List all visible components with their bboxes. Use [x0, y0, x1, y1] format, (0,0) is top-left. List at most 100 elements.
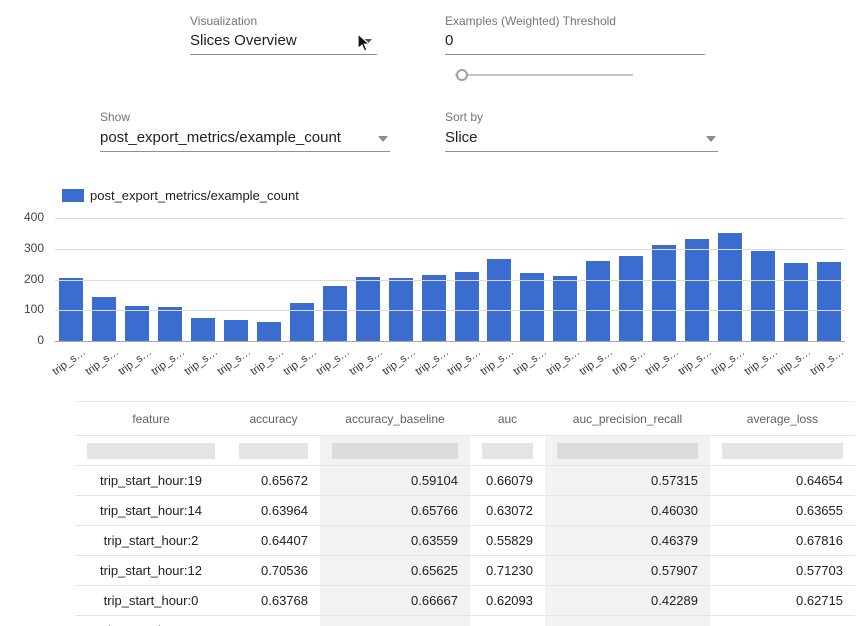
bar[interactable] — [553, 276, 577, 341]
column-header[interactable]: average_loss — [710, 402, 855, 436]
metric-cell: 0.65672 — [227, 466, 320, 496]
bar[interactable] — [487, 259, 511, 341]
metric-cell: 0.58337 — [470, 616, 545, 626]
bar[interactable] — [191, 318, 215, 341]
metric-cell: 0.59104 — [320, 466, 470, 496]
gridline — [55, 218, 845, 219]
column-header[interactable]: accuracy_baseline — [320, 402, 470, 436]
filter-cell — [710, 436, 855, 466]
gridline — [55, 249, 845, 250]
sort-by-dropdown[interactable]: Slice — [445, 128, 718, 152]
gridline — [55, 310, 845, 311]
table-row[interactable]: trip_start_hour:20.644070.635590.558290.… — [75, 526, 855, 556]
table-row[interactable]: trip_start_hour:120.705360.656250.712300… — [75, 556, 855, 586]
bar[interactable] — [257, 322, 281, 341]
visualization-value: Slices Overview — [190, 32, 297, 49]
metric-cell: 0.46030 — [545, 496, 710, 526]
show-metric-dropdown[interactable]: post_export_metrics/example_count — [100, 128, 390, 152]
metric-cell: 0.57315 — [545, 466, 710, 496]
y-axis-tick-label: 200 — [0, 272, 44, 286]
threshold-slider-track[interactable] — [455, 74, 633, 76]
column-header[interactable]: auc — [470, 402, 545, 436]
metric-cell: 0.71230 — [470, 556, 545, 586]
column-header[interactable]: auc_precision_recall — [545, 402, 710, 436]
threshold-input[interactable]: 0 — [445, 31, 705, 55]
slices-bar-chart: post_export_metrics/example_count 0 100 20… — [0, 183, 863, 401]
bar[interactable] — [652, 245, 676, 341]
metric-cell: 0.62715 — [710, 586, 855, 616]
bar[interactable] — [323, 286, 347, 341]
filter-cell — [75, 436, 227, 466]
bar[interactable] — [784, 263, 808, 341]
feature-cell: trip_start_hour:0 — [75, 586, 227, 616]
table-filter-row — [75, 436, 855, 466]
dropdown-underline — [190, 54, 377, 55]
legend-label: post_export_metrics/example_count — [90, 188, 299, 203]
filter-cell — [545, 436, 710, 466]
metric-cell: 0.65766 — [320, 496, 470, 526]
feature-cell: trip_start_hour:12 — [75, 556, 227, 586]
bar[interactable] — [619, 256, 643, 341]
y-axis-tick-label: 100 — [0, 302, 44, 316]
visualization-dropdown[interactable]: Slices Overview — [190, 31, 377, 55]
metric-cell: 0.66079 — [470, 466, 545, 496]
tfma-slicing-metrics-view: Visualization Slices Overview Examples (… — [0, 0, 863, 626]
metric-cell: 0.64654 — [710, 466, 855, 496]
table-row[interactable]: trip_start_hour:140.639640.657660.630720… — [75, 496, 855, 526]
column-filter-input[interactable] — [87, 443, 215, 459]
metrics-table: featureaccuracyaccuracy_baselineaucauc_p… — [75, 401, 855, 626]
bar[interactable] — [422, 275, 446, 341]
metric-cell: 0.63768 — [227, 586, 320, 616]
chevron-down-icon[interactable] — [378, 136, 388, 142]
bar[interactable] — [224, 320, 248, 341]
column-filter-input[interactable] — [482, 443, 533, 459]
bar[interactable] — [356, 277, 380, 341]
legend-swatch — [62, 189, 84, 202]
bar[interactable] — [817, 262, 841, 341]
bar[interactable] — [586, 261, 610, 341]
column-filter-input[interactable] — [239, 443, 308, 459]
sort-by-label: Sort by — [445, 110, 483, 124]
metric-cell: 0.67816 — [710, 526, 855, 556]
threshold-value: 0 — [445, 32, 453, 49]
input-underline — [445, 54, 705, 55]
table-row[interactable]: trip_start_hour:00.637680.666670.620930.… — [75, 586, 855, 616]
bar[interactable] — [158, 307, 182, 341]
filter-cell — [227, 436, 320, 466]
chevron-down-icon[interactable] — [706, 136, 716, 142]
column-header[interactable]: accuracy — [227, 402, 320, 436]
metric-cell: 0.42289 — [545, 586, 710, 616]
y-axis-tick-label: 0 — [0, 333, 44, 347]
bar[interactable] — [685, 239, 709, 341]
metric-cell: 0.65142 — [710, 616, 855, 626]
dropdown-underline — [100, 151, 390, 152]
bar[interactable] — [92, 297, 116, 341]
bar[interactable] — [520, 273, 544, 341]
mouse-cursor — [357, 33, 375, 53]
column-filter-input[interactable] — [557, 443, 698, 459]
metric-cell: 0.66016 — [227, 616, 320, 626]
column-header[interactable]: feature — [75, 402, 227, 436]
metric-cell: 0.64407 — [227, 526, 320, 556]
table-row[interactable]: trip_start_hour:190.656720.591040.660790… — [75, 466, 855, 496]
y-axis-tick-label: 300 — [0, 241, 44, 255]
threshold-label: Examples (Weighted) Threshold — [445, 14, 616, 28]
feature-cell: trip_start_hour:19 — [75, 466, 227, 496]
filter-cell — [320, 436, 470, 466]
bar[interactable] — [751, 251, 775, 341]
gridline — [55, 280, 845, 281]
metric-cell: 0.44173 — [545, 616, 710, 626]
metric-cell: 0.46379 — [545, 526, 710, 556]
show-label: Show — [100, 110, 130, 124]
metric-cell: 0.63964 — [227, 496, 320, 526]
threshold-slider-thumb[interactable] — [456, 69, 468, 81]
column-filter-input[interactable] — [332, 443, 458, 459]
bar[interactable] — [290, 303, 314, 341]
gridline — [55, 341, 845, 342]
column-filter-input[interactable] — [722, 443, 843, 459]
feature-cell: trip_start_hour:14 — [75, 496, 227, 526]
bar[interactable] — [455, 272, 479, 341]
table-row[interactable]: trip_start_hour:230.660160.648440.583370… — [75, 616, 855, 626]
metric-cell: 0.55829 — [470, 526, 545, 556]
feature-cell: trip_start_hour:23 — [75, 616, 227, 626]
